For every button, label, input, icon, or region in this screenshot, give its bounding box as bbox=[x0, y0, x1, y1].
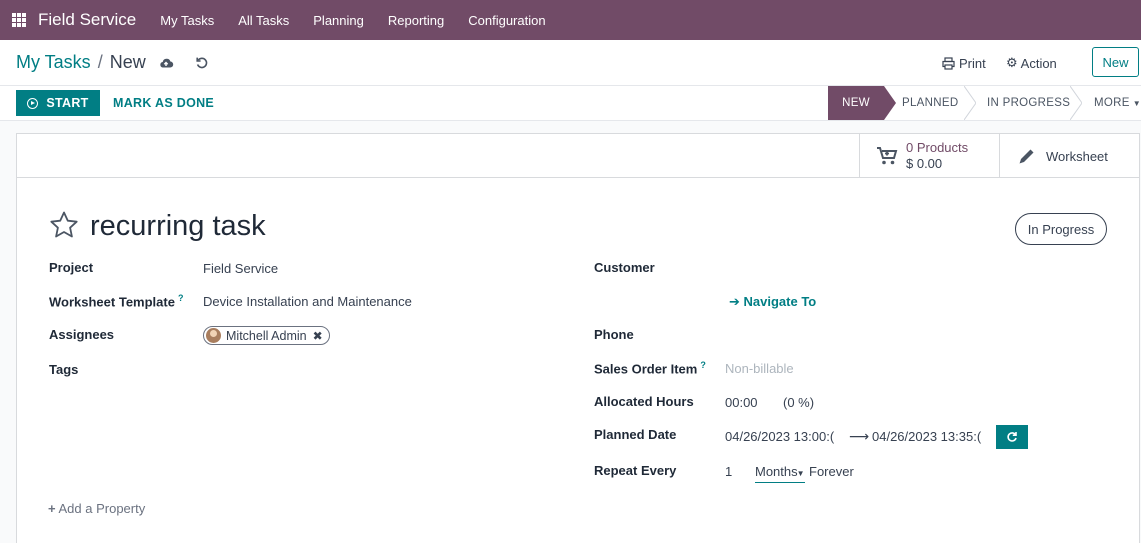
planned-date-label: Planned Date bbox=[594, 427, 677, 442]
sales-order-item-label: Sales Order Item? bbox=[594, 360, 706, 376]
breadcrumb-parent[interactable]: My Tasks bbox=[16, 52, 91, 73]
pencil-icon bbox=[1019, 149, 1034, 164]
start-label: START bbox=[46, 96, 89, 110]
add-property-button[interactable]: + Add a Property bbox=[48, 501, 145, 516]
allocated-hours-percent: (0 %) bbox=[783, 395, 815, 410]
gear-icon: ⚙ bbox=[1006, 55, 1018, 70]
nav-my-tasks[interactable]: My Tasks bbox=[160, 13, 214, 28]
add-property-label: Add a Property bbox=[58, 501, 146, 516]
project-field[interactable]: Field Service bbox=[203, 261, 278, 276]
long-arrow-right-icon: ⟶ bbox=[849, 428, 870, 444]
start-button[interactable]: START bbox=[16, 90, 100, 116]
stage-divider-icon bbox=[964, 86, 976, 120]
mark-as-done-button[interactable]: MARK AS DONE bbox=[113, 96, 214, 110]
repeat-interval-input[interactable]: 1 bbox=[725, 464, 732, 479]
nav-reporting[interactable]: Reporting bbox=[388, 13, 444, 28]
star-icon[interactable] bbox=[49, 210, 79, 240]
stage-in-progress[interactable]: IN PROGRESS bbox=[969, 86, 1075, 120]
breadcrumb-current: New bbox=[109, 52, 146, 72]
remove-tag-icon[interactable]: ✖ bbox=[313, 329, 323, 343]
repeat-until-select[interactable]: Forever bbox=[809, 464, 854, 479]
nav-all-tasks[interactable]: All Tasks bbox=[238, 13, 289, 28]
allocated-hours-input[interactable]: 00:00 bbox=[725, 395, 758, 410]
worksheet-template-label-text: Worksheet Template bbox=[49, 294, 175, 310]
repeat-every-label: Repeat Every bbox=[594, 463, 677, 478]
breadcrumb: My Tasks / New bbox=[16, 52, 146, 73]
caret-down-icon: ▼ bbox=[1132, 98, 1141, 108]
allocated-hours-label: Allocated Hours bbox=[594, 394, 694, 409]
action-button[interactable]: ⚙ Action bbox=[1006, 40, 1057, 86]
navigate-to-label: Navigate To bbox=[743, 294, 817, 309]
breadcrumb-separator: / bbox=[97, 52, 103, 72]
nav-planning[interactable]: Planning bbox=[313, 13, 364, 28]
plus-icon: + bbox=[48, 501, 56, 516]
refresh-icon bbox=[1007, 432, 1017, 442]
assignee-tag: Mitchell Admin ✖ bbox=[203, 326, 330, 345]
assignees-label: Assignees bbox=[49, 327, 115, 342]
status-badge[interactable]: In Progress bbox=[1015, 213, 1107, 245]
task-title[interactable]: recurring task bbox=[90, 210, 266, 243]
refresh-dates-button[interactable] bbox=[996, 425, 1028, 449]
discard-icon[interactable] bbox=[194, 55, 210, 71]
products-amount: $ 0.00 bbox=[906, 156, 943, 171]
new-button[interactable]: New bbox=[1092, 47, 1139, 77]
action-label: Action bbox=[1020, 55, 1057, 71]
shopping-cart-icon bbox=[877, 147, 898, 165]
tags-label: Tags bbox=[49, 362, 79, 377]
print-label: Print bbox=[959, 55, 986, 71]
stage-planned-label: PLANNED bbox=[902, 97, 959, 109]
stage-pipeline: NEW PLANNED IN PROGRESS MORE ▼ bbox=[828, 86, 1141, 120]
worksheet-label: Worksheet bbox=[1046, 148, 1108, 164]
stage-more-label: MORE bbox=[1094, 97, 1130, 109]
stage-in-progress-label: IN PROGRESS bbox=[987, 97, 1071, 109]
assignee-name: Mitchell Admin bbox=[226, 328, 307, 343]
customer-label: Customer bbox=[594, 260, 655, 275]
sales-order-item-input[interactable]: Non-billable bbox=[725, 361, 794, 376]
help-tooltip-icon[interactable]: ? bbox=[700, 360, 706, 370]
stage-new-label: NEW bbox=[842, 97, 870, 109]
phone-label: Phone bbox=[594, 327, 634, 342]
app-brand[interactable]: Field Service bbox=[38, 10, 136, 30]
worksheet-template-label: Worksheet Template? bbox=[49, 293, 183, 309]
status-bar: START MARK AS DONE NEW PLANNED IN PROGRE… bbox=[0, 86, 1141, 121]
worksheet-template-field[interactable]: Device Installation and Maintenance bbox=[203, 294, 412, 309]
stage-more-dropdown[interactable]: MORE ▼ bbox=[1075, 86, 1141, 120]
cloud-upload-icon[interactable] bbox=[158, 55, 174, 71]
printer-icon bbox=[942, 56, 955, 70]
project-label: Project bbox=[49, 260, 94, 275]
arrow-right-icon: ➔ bbox=[729, 294, 740, 309]
stage-planned[interactable]: PLANNED bbox=[884, 86, 969, 120]
products-smart-button[interactable]: 0 Products $ 0.00 bbox=[859, 134, 999, 178]
help-tooltip-icon[interactable]: ? bbox=[178, 293, 184, 303]
top-navbar: Field Service My Tasks All Tasks Plannin… bbox=[0, 0, 1141, 40]
stage-new[interactable]: NEW bbox=[828, 86, 896, 120]
planned-date-start-input[interactable]: 04/26/2023 13:00:( bbox=[725, 429, 834, 444]
print-button[interactable]: Print bbox=[942, 40, 986, 86]
smart-button-box: 0 Products $ 0.00 Worksheet bbox=[17, 134, 1139, 178]
play-circle-icon bbox=[27, 97, 39, 109]
apps-grid-icon[interactable] bbox=[12, 13, 26, 27]
nav-configuration[interactable]: Configuration bbox=[468, 13, 545, 28]
avatar bbox=[206, 328, 221, 343]
planned-date-end-input[interactable]: 04/26/2023 13:35:( bbox=[872, 429, 981, 444]
stage-divider-icon bbox=[1070, 86, 1082, 120]
form-sheet: 0 Products $ 0.00 Worksheet recurring ta… bbox=[16, 133, 1140, 543]
sales-order-item-label-text: Sales Order Item bbox=[594, 361, 698, 377]
control-panel: My Tasks / New Print ⚙ Action New bbox=[0, 40, 1141, 86]
repeat-unit-underline bbox=[755, 471, 805, 483]
products-count: 0 Products bbox=[906, 140, 969, 155]
navigate-to-button[interactable]: ➔ Navigate To bbox=[729, 294, 816, 310]
worksheet-smart-button[interactable]: Worksheet bbox=[999, 134, 1139, 178]
